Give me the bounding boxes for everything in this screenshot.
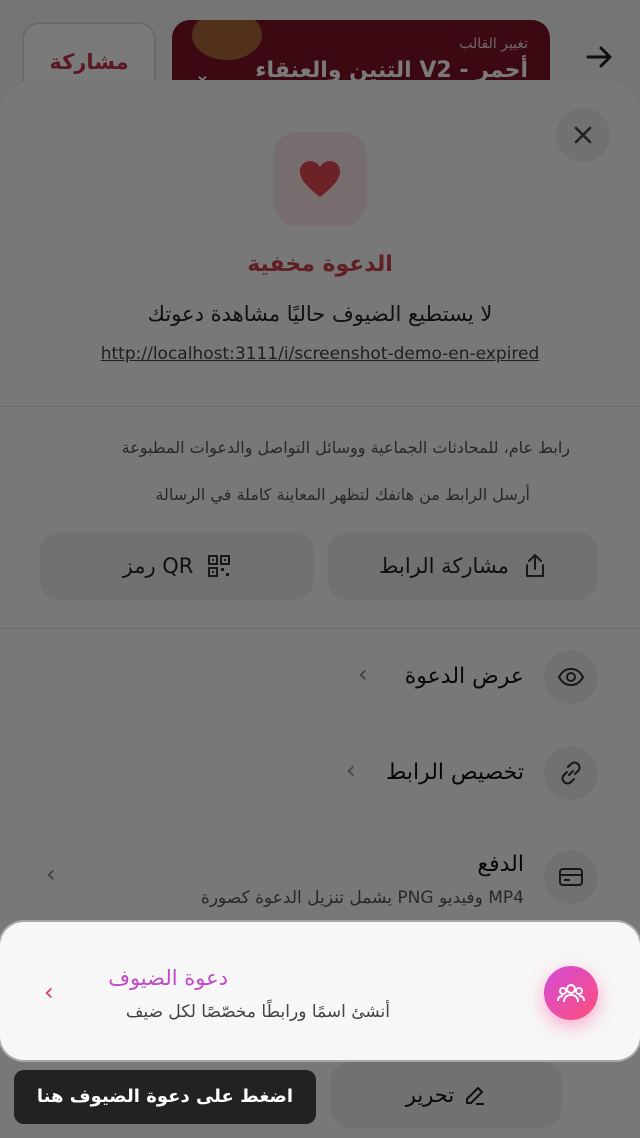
- invitation-url[interactable]: http://localhost:3111/i/screenshot-demo-…: [0, 344, 640, 364]
- template-label: تغيير القالب: [459, 36, 528, 52]
- edit-label: تحرير: [405, 1083, 455, 1107]
- divider: [0, 406, 640, 407]
- chevron-left-icon: ‹: [346, 756, 356, 784]
- qr-icon: [208, 555, 231, 577]
- row-title: الدفع: [477, 852, 524, 877]
- eye-icon-wrap: [544, 650, 598, 704]
- row-title: عرض الدعوة: [404, 664, 524, 689]
- qr-label: رمز QR: [122, 554, 194, 578]
- heart-icon: [300, 161, 340, 197]
- info-text: رابط عام، للمحادثات الجماعية ووسائل التو…: [121, 438, 570, 457]
- close-icon: [574, 126, 592, 144]
- info-text: أرسل الرابط من هاتفك لتظهر المعاينة كامل…: [155, 485, 530, 504]
- card-icon: [559, 868, 583, 886]
- guest-card-subtitle: أنشئ اسمًا ورابطًا مخصّصًا لكل ضيف: [125, 1002, 390, 1022]
- card-icon-wrap: [544, 850, 598, 904]
- status-title: الدعوة مخفية: [247, 252, 393, 277]
- payment-row[interactable]: الدفع يشمل تنزيل الدعوة كصورة PNG وفيديو…: [0, 838, 640, 918]
- eye-icon: [557, 667, 585, 687]
- invite-guests-card[interactable]: دعوة الضيوف أنشئ اسمًا ورابطًا مخصّصًا ل…: [0, 922, 640, 1060]
- status-badge: [273, 132, 367, 226]
- link-icon-wrap: [544, 746, 598, 800]
- edit-button[interactable]: تحرير: [330, 1062, 562, 1128]
- status-subtitle: لا يستطيع الضيوف حاليًا مشاهدة دعوتك: [147, 302, 493, 326]
- guests-icon: [557, 984, 585, 1003]
- qr-code-button[interactable]: رمز QR: [40, 532, 314, 600]
- link-icon: [561, 761, 581, 785]
- share-icon: [525, 554, 544, 577]
- arrow-right-icon[interactable]: [584, 42, 614, 72]
- hint-tooltip: اضغط على دعوة الضيوف هنا: [14, 1070, 316, 1124]
- share-link-label: مشاركة الرابط: [379, 554, 509, 578]
- row-title: تخصيص الرابط: [385, 760, 524, 785]
- guest-card-title: دعوة الضيوف: [108, 966, 228, 990]
- view-invitation-row[interactable]: عرض الدعوة ‹: [0, 638, 640, 718]
- row-subtitle: يشمل تنزيل الدعوة كصورة PNG وفيديو MP4: [200, 888, 524, 908]
- template-decoration: [192, 20, 262, 60]
- divider: [0, 628, 640, 629]
- chevron-left-icon: ‹: [358, 660, 368, 688]
- customize-link-row[interactable]: تخصيص الرابط ‹: [0, 734, 640, 814]
- chevron-left-icon: ‹: [46, 860, 56, 888]
- edit-icon: [466, 1087, 485, 1105]
- chevron-left-icon: ‹: [44, 978, 54, 1006]
- close-button[interactable]: [556, 108, 610, 162]
- share-link-button[interactable]: مشاركة الرابط: [328, 532, 598, 600]
- guests-icon-wrap: [544, 966, 598, 1020]
